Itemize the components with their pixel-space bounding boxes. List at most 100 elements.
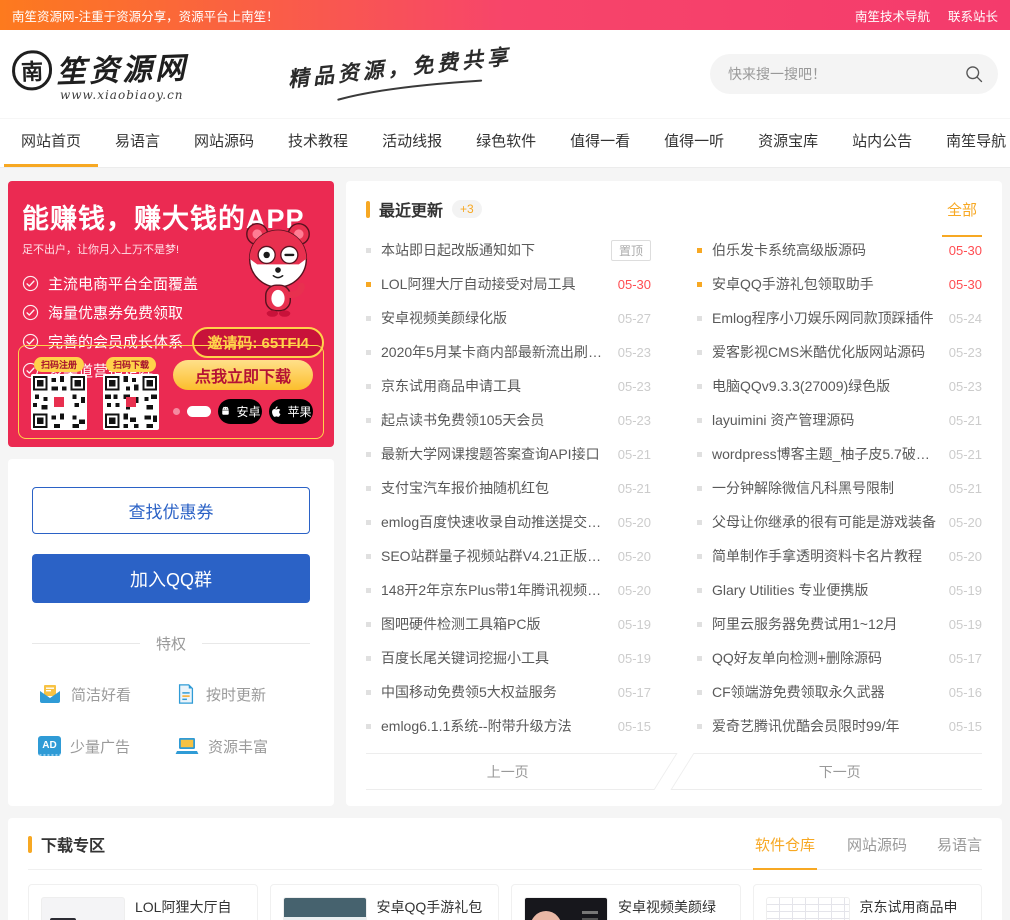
nav-item[interactable]: 技术教程	[271, 119, 365, 167]
new-count-badge: +3	[452, 200, 482, 218]
nav-item-label: 网站源码	[194, 133, 254, 150]
contact-webmaster-link[interactable]: 联系站长	[948, 6, 998, 25]
article-date: 05-21	[949, 413, 982, 428]
site-logo[interactable]: 南 笙资源网 www.xiaobiaoy.cn	[12, 46, 188, 102]
recent-updates-title: 最近更新	[379, 197, 443, 221]
article-row[interactable]: 阿里云服务器免费试用1~12月 05-19	[697, 607, 982, 641]
article-row[interactable]: layuimini 资产管理源码 05-21	[697, 403, 982, 437]
article-row[interactable]: 148开2年京东Plus带1年腾讯视频会员 05-20	[366, 573, 651, 607]
article-row[interactable]: 百度长尾关键词挖掘小工具 05-19	[366, 641, 651, 675]
article-title: 伯乐发卡系统高级版源码	[712, 240, 939, 260]
article-row[interactable]: Glary Utilities 专业便携版 05-19	[697, 573, 982, 607]
divider-line-left	[32, 643, 140, 644]
article-row[interactable]: 支付宝汽车报价抽随机红包 05-21	[366, 471, 651, 505]
article-title: CF领端游免费领取永久武器	[712, 682, 939, 702]
tab-label: 软件仓库	[755, 837, 815, 854]
article-date: 05-23	[618, 345, 651, 360]
article-row[interactable]: Emlog程序小刀娱乐网同款顶踩插件 05-24	[697, 301, 982, 335]
article-title: LOL阿狸大厅自动接受对局工具	[381, 274, 608, 294]
article-date: 05-21	[618, 481, 651, 496]
view-all-link[interactable]: 全部	[942, 199, 982, 237]
bullet-icon	[697, 690, 702, 695]
apple-icon	[270, 405, 283, 418]
article-date: 05-19	[949, 617, 982, 632]
article-row[interactable]: 电脑QQv9.3.3(27009)绿色版 05-23	[697, 369, 982, 403]
article-row[interactable]: 京东试用商品申请工具 05-23	[366, 369, 651, 403]
article-row[interactable]: CF领端游免费领取永久武器 05-16	[697, 675, 982, 709]
article-row[interactable]: 爱奇艺腾讯优酷会员限时99/年 05-15	[697, 709, 982, 743]
content-area: 能赚钱，赚大钱的APP 足不出户，让你月入上万不是梦! 主流电商平台全面覆盖	[0, 167, 1010, 806]
ad-banner[interactable]: 能赚钱，赚大钱的APP 足不出户，让你月入上万不是梦! 主流电商平台全面覆盖	[8, 181, 334, 447]
article-row[interactable]: emlog6.1.1系统--附带升级方法 05-15	[366, 709, 651, 743]
article-date: 05-17	[618, 685, 651, 700]
article-row[interactable]: wordpress博客主题_柚子皮5.7破解无限制版 05-21	[697, 437, 982, 471]
article-row[interactable]: 一分钟解除微信凡科黑号限制 05-21	[697, 471, 982, 505]
find-coupon-button[interactable]: 查找优惠券	[32, 487, 310, 534]
android-download-button[interactable]: 安卓	[218, 399, 262, 424]
qr-register-label: 扫码注册	[34, 357, 84, 372]
article-row[interactable]: 爱客影视CMS米酷优化版网站源码 05-23	[697, 335, 982, 369]
search-button[interactable]	[964, 64, 984, 84]
article-date: 05-19	[618, 617, 651, 632]
nav-item[interactable]: 值得一看	[553, 119, 647, 167]
article-row[interactable]: 父母让你继承的很有可能是游戏装备 05-20	[697, 505, 982, 539]
recent-updates-header: 最近更新 +3 全部	[366, 197, 982, 221]
article-row[interactable]: 起点读书免费领105天会员 05-23	[366, 403, 651, 437]
main-nav: 网站首页 易语言 网站源码 技术教程 活动线报 绿色软件 值得一看 值得一听 资…	[0, 118, 1010, 167]
search-icon	[964, 64, 984, 84]
tech-nav-link[interactable]: 南笙技术导航	[855, 6, 930, 25]
nav-item[interactable]: 资源宝库	[741, 119, 835, 167]
article-row[interactable]: 2020年5月某卡商内部最新流出刷钻代码 全... 05-23	[366, 335, 651, 369]
nav-item[interactable]: 绿色软件	[459, 119, 553, 167]
article-title: 2020年5月某卡商内部最新流出刷钻代码 全...	[381, 342, 608, 362]
nav-item[interactable]: 网站首页	[4, 119, 98, 167]
article-row[interactable]: LOL阿狸大厅自动接受对局工具 05-30	[366, 267, 651, 301]
article-row[interactable]: 伯乐发卡系统高级版源码 05-30	[697, 233, 982, 267]
apple-download-button[interactable]: 苹果	[269, 399, 313, 424]
article-row[interactable]: SEO站群量子视频站群V4.21正版源码 05-20	[366, 539, 651, 573]
site-notice: 南笙资源网-注重于资源分享，资源平台上南笙！	[12, 6, 279, 25]
article-row[interactable]: QQ好友单向检测+删除源码 05-17	[697, 641, 982, 675]
download-card[interactable]: 安卓QQ手游礼包领取助手	[270, 884, 500, 920]
download-tab[interactable]: 网站源码	[847, 834, 907, 855]
download-card[interactable]: LOL阿狸大厅自动接受对局工具	[28, 884, 258, 920]
tab-label: 网站源码	[847, 837, 907, 854]
article-title: 父母让你继承的很有可能是游戏装备	[712, 512, 939, 532]
article-row[interactable]: 最新大学网课搜题答案查询API接口 05-21	[366, 437, 651, 471]
nav-item[interactable]: 南笙导航	[929, 119, 1010, 167]
download-tab[interactable]: 软件仓库	[753, 834, 817, 870]
search-input[interactable]	[728, 66, 964, 82]
nav-item[interactable]: 易语言	[98, 119, 177, 167]
android-label: 安卓	[236, 403, 260, 420]
download-card-info: 安卓视频美颜绿化版 ★★★☆☆ / 2020-05-	[618, 897, 728, 920]
nav-item[interactable]: 值得一听	[647, 119, 741, 167]
article-date: 05-24	[949, 311, 982, 326]
bullet-icon	[697, 486, 702, 491]
bullet-icon	[697, 350, 702, 355]
nav-item[interactable]: 网站源码	[177, 119, 271, 167]
article-date: 05-20	[618, 515, 651, 530]
article-date: 05-21	[949, 447, 982, 462]
article-row[interactable]: 本站即日起改版通知如下 置顶	[366, 233, 651, 267]
download-tab[interactable]: 易语言	[937, 834, 982, 855]
download-card[interactable]: 安卓视频美颜绿化版 ★★★☆☆ / 2020-05-	[511, 884, 741, 920]
next-page-button[interactable]: 下一页	[670, 753, 982, 790]
prev-page-button[interactable]: 上一页	[366, 753, 678, 790]
apple-label: 苹果	[287, 403, 311, 420]
article-row[interactable]: 安卓QQ手游礼包领取助手 05-30	[697, 267, 982, 301]
article-row[interactable]: 简单制作手拿透明资料卡名片教程 05-20	[697, 539, 982, 573]
download-card-info: 安卓QQ手游礼包领取助手	[377, 897, 487, 920]
bullet-icon	[697, 452, 702, 457]
join-qq-group-button[interactable]: 加入QQ群	[32, 554, 310, 603]
nav-item[interactable]: 活动线报	[365, 119, 459, 167]
ad-download-box: 扫码注册 扫码下载	[18, 345, 324, 439]
article-row[interactable]: emlog百度快速收录自动推送提交插件 05-20	[366, 505, 651, 539]
download-card[interactable]: 京东试用商品申请工具 ★★★☆☆ / 2020-05-	[753, 884, 983, 920]
article-row[interactable]: 安卓视频美颜绿化版 05-27	[366, 301, 651, 335]
article-title: 百度长尾关键词挖掘小工具	[381, 648, 608, 668]
article-row[interactable]: 图吧硬件检测工具箱PC版 05-19	[366, 607, 651, 641]
download-now-button[interactable]: 点我立即下载	[173, 360, 313, 390]
nav-item[interactable]: 站内公告	[835, 119, 929, 167]
article-date: 05-19	[618, 651, 651, 666]
article-row[interactable]: 中国移动免费领5大权益服务 05-17	[366, 675, 651, 709]
